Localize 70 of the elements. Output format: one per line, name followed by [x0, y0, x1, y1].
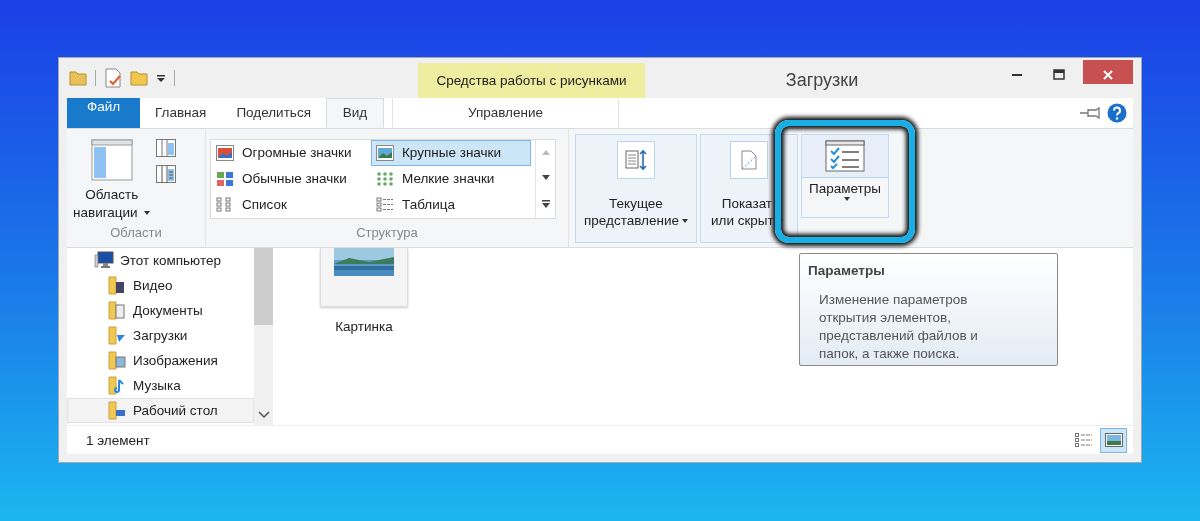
- computer-icon: [94, 251, 114, 270]
- navigation-pane-icon: [90, 138, 133, 181]
- folder-icon: [107, 400, 127, 421]
- customize-dropdown-icon[interactable]: [156, 73, 166, 83]
- tree-item[interactable]: Изображения: [67, 347, 254, 373]
- tree-item[interactable]: Рабочий стол: [67, 397, 254, 423]
- contextual-tab-group-label: Средства работы с рисунками: [418, 63, 645, 98]
- folder-icon: [107, 350, 127, 371]
- ribbon-tab[interactable]: Файл: [67, 98, 140, 128]
- ribbon-tab[interactable]: Поделиться: [221, 98, 326, 128]
- scroll-down-icon[interactable]: [540, 173, 551, 182]
- window-title: Загрузки: [784, 69, 860, 91]
- large-icons-view-icon: [1104, 433, 1123, 448]
- tree-item-label: Изображения: [133, 352, 218, 368]
- layout-option[interactable]: Мелкие значки: [371, 165, 531, 192]
- huge-icons-icon: [216, 144, 234, 161]
- tree-item-label: Рабочий стол: [133, 402, 218, 418]
- tooltip-text: Изменение параметров открытия элементов, представлений файлов и папок, а также поиска.: [818, 291, 979, 363]
- preview-pane-icon[interactable]: [156, 138, 177, 157]
- medium-icons-icon: [216, 170, 234, 187]
- layout-option[interactable]: Огромные значки: [211, 139, 371, 166]
- large-icons-icon: [376, 144, 394, 161]
- small-icons-icon: [376, 170, 394, 187]
- folder-icon: [107, 300, 127, 321]
- list-view-icon: [216, 196, 234, 213]
- layout-option[interactable]: Список: [211, 191, 371, 218]
- details-view-icon: [1074, 433, 1093, 448]
- tree-item[interactable]: Видео: [67, 272, 254, 298]
- ribbon-button[interactable]: Параметры: [801, 133, 889, 218]
- item-count: 1 элемент: [86, 432, 150, 448]
- navigation-pane-button[interactable]: Область навигации: [67, 128, 157, 225]
- tree-item[interactable]: Загрузки: [67, 322, 254, 348]
- ribbon-tab[interactable]: Управление: [391, 98, 619, 128]
- properties-icon[interactable]: [104, 68, 122, 88]
- group-label: Структура: [355, 224, 419, 242]
- file-name[interactable]: Картинка: [335, 318, 393, 334]
- layout-option[interactable]: Обычные значки: [211, 165, 371, 192]
- minimize-icon: [1012, 74, 1022, 76]
- layout-option[interactable]: Крупные значки: [371, 139, 531, 166]
- close-button[interactable]: [1083, 60, 1133, 84]
- checklist-icon: [825, 139, 865, 172]
- maximize-icon: [1053, 69, 1065, 81]
- tree-item[interactable]: Музыка: [67, 372, 254, 398]
- details-pane-icon[interactable]: [156, 164, 177, 183]
- tree-item-label: Музыка: [133, 377, 181, 393]
- ribbon-button[interactable]: Текущее представление: [575, 133, 697, 243]
- layout-option[interactable]: Таблица: [371, 191, 531, 218]
- pin-icon[interactable]: [1079, 105, 1101, 120]
- tree-item-label: Загрузки: [133, 327, 188, 343]
- folder-icon: [107, 275, 127, 296]
- group-label: Области: [109, 224, 163, 242]
- scroll-down-icon[interactable]: [257, 411, 270, 420]
- scrollbar-thumb[interactable]: [254, 247, 273, 325]
- ribbon-tab[interactable]: Вид: [325, 98, 384, 128]
- tree-item[interactable]: Документы: [67, 297, 254, 323]
- expand-gallery-icon[interactable]: [540, 199, 551, 210]
- file-thumbnail[interactable]: [320, 247, 408, 307]
- page-icon: [738, 148, 760, 171]
- ribbon-tab[interactable]: Главная: [140, 98, 222, 128]
- tree-item-label: Этот компьютер: [120, 252, 221, 268]
- large-icons-view-button[interactable]: [1100, 427, 1127, 453]
- details-view-icon: [376, 196, 394, 213]
- list-arrows-icon: [624, 148, 648, 171]
- tree-item-label: Видео: [133, 277, 173, 293]
- tree-item-label: Документы: [133, 302, 203, 318]
- help-icon[interactable]: [1107, 102, 1127, 123]
- tooltip-title: Параметры: [808, 263, 886, 278]
- close-icon: [1102, 69, 1114, 81]
- tree-item[interactable]: Этот компьютер: [67, 247, 254, 273]
- folder-icon: [107, 325, 127, 346]
